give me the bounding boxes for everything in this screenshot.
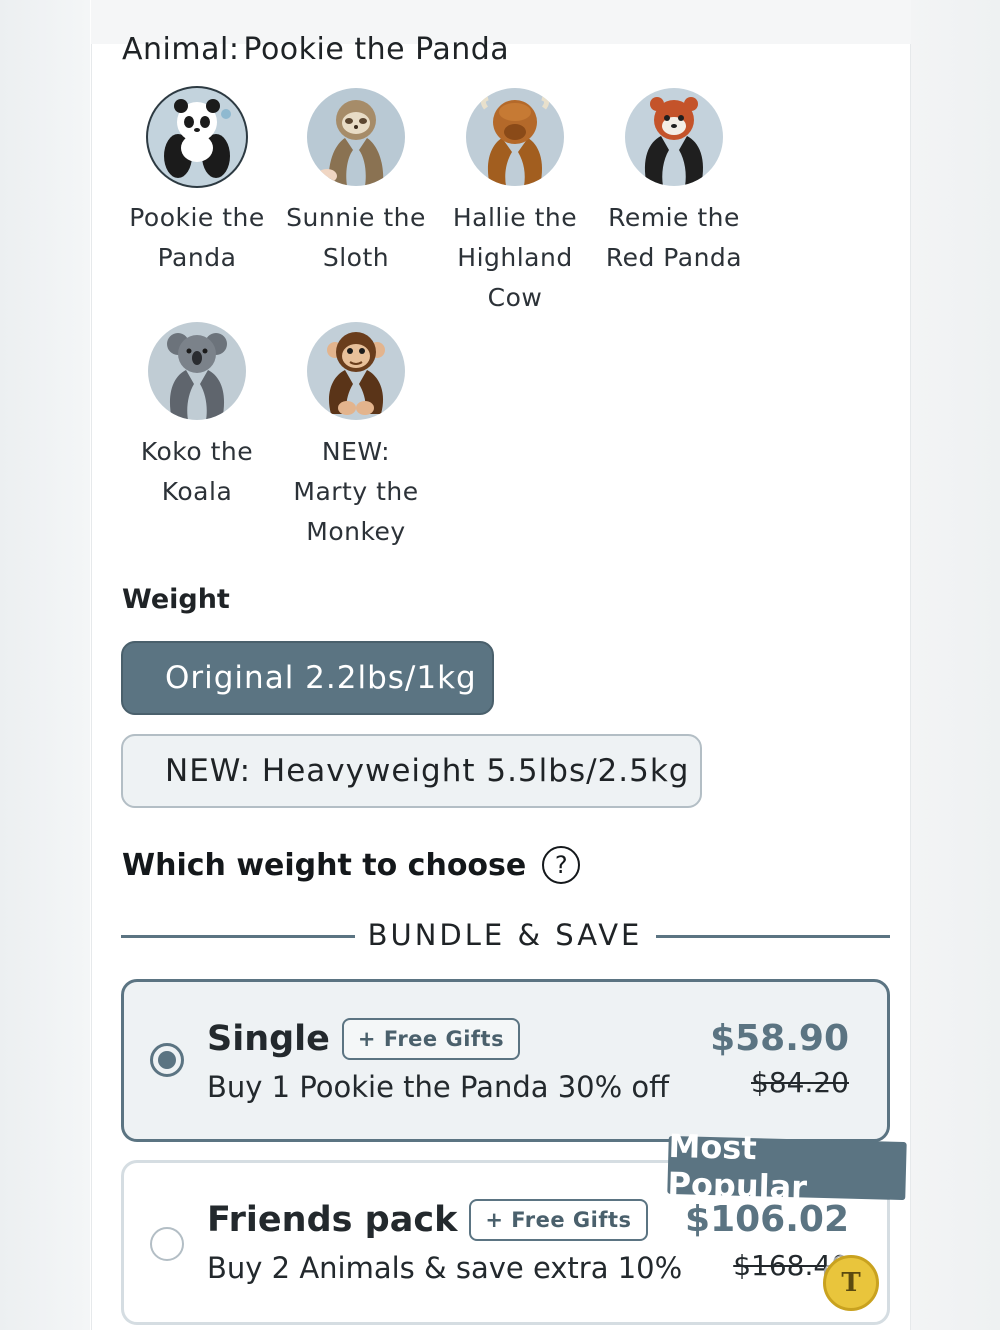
highland-cow-plush-icon: [466, 88, 564, 186]
divider-right: [656, 935, 890, 938]
animal-option-marty-the-monkey[interactable]: NEW: Marty the Monkey: [281, 322, 431, 552]
animal-name-line: Marty the: [293, 477, 419, 506]
animal-name-line: NEW:: [321, 437, 391, 466]
offer-title-row: Single + Free Gifts: [207, 1018, 521, 1060]
offer-subtitle: Buy 1 Pookie the Panda 30% off: [207, 1070, 670, 1104]
animal-option-name: Sunnie the Sloth: [281, 198, 431, 278]
animal-name-line: Highland: [457, 243, 573, 272]
animal-label: Animal:: [122, 32, 240, 67]
translate-icon[interactable]: T: [823, 1255, 879, 1311]
animal-option-name: NEW: Marty the Monkey: [281, 432, 431, 552]
offer-radio-selected[interactable]: [150, 1043, 184, 1077]
animal-option-name: Koko the Koala: [122, 432, 272, 512]
animal-selected-value: Pookie the Panda: [243, 32, 510, 67]
sloth-plush-icon: [307, 88, 405, 186]
weight-option-heavyweight[interactable]: NEW: Heavyweight 5.5lbs/2.5kg: [121, 734, 702, 808]
animal-name-line: Cow: [487, 283, 543, 312]
animal-option-hallie-the-highland-cow[interactable]: Hallie the Highland Cow: [440, 88, 590, 318]
offer-title: Friends pack: [207, 1200, 458, 1240]
animal-name-line: Sloth: [322, 243, 390, 272]
animal-name-line: Pookie the: [129, 203, 265, 232]
animal-name-line: Monkey: [306, 517, 406, 546]
animal-name-line: Hallie the: [452, 203, 578, 232]
animal-name-line: Koko the: [140, 437, 254, 466]
free-gifts-badge: + Free Gifts: [341, 1018, 521, 1060]
animal-option-koko-the-koala[interactable]: Koko the Koala: [122, 322, 272, 512]
animal-option-name: Remie the Red Panda: [599, 198, 749, 278]
free-gifts-badge: + Free Gifts: [469, 1199, 648, 1241]
animal-option-pookie-the-panda[interactable]: Pookie the Panda: [122, 88, 272, 278]
animal-name-line: Sunnie the: [286, 203, 426, 232]
animal-name-line: Koala: [161, 477, 233, 506]
panda-plush-icon: [148, 88, 246, 186]
offer-old-price: $84.20: [751, 1066, 849, 1099]
offer-subtitle: Buy 2 Animals & save extra 10%: [207, 1251, 683, 1285]
animal-name-line: Remie the: [608, 203, 740, 232]
offer-single[interactable]: Single + Free Gifts Buy 1 Pookie the Pan…: [121, 979, 890, 1142]
which-weight-link[interactable]: Which weight to choose ?: [122, 846, 581, 884]
offer-title: Single: [207, 1019, 330, 1059]
question-circle-icon[interactable]: ?: [542, 846, 581, 884]
monkey-plush-icon: [307, 322, 405, 420]
koala-plush-icon: [148, 322, 246, 420]
weight-option-label: NEW: Heavyweight 5.5lbs/2.5kg: [165, 753, 690, 789]
weight-option-original[interactable]: Original 2.2lbs/1kg: [121, 641, 494, 715]
weight-option-label: Original 2.2lbs/1kg: [165, 660, 477, 696]
animal-option-sunnie-the-sloth[interactable]: Sunnie the Sloth: [281, 88, 431, 278]
most-popular-tag: Most Popular: [667, 1127, 907, 1207]
offer-radio-unselected[interactable]: [150, 1227, 184, 1261]
animal-option-name: Hallie the Highland Cow: [440, 198, 590, 318]
offer-title-row: Friends pack + Free Gifts: [207, 1199, 648, 1241]
animal-heading: Animal: Pookie the Panda: [122, 32, 509, 67]
animal-option-name: Pookie the Panda: [122, 198, 272, 278]
weight-label: Weight: [122, 584, 230, 615]
offer-price: $58.90: [710, 1018, 849, 1059]
red-panda-plush-icon: [625, 88, 723, 186]
animal-name-line: Red Panda: [605, 243, 743, 272]
which-weight-text: Which weight to choose: [122, 847, 527, 883]
animal-name-line: Panda: [157, 243, 237, 272]
animal-option-remie-the-red-panda[interactable]: Remie the Red Panda: [599, 88, 749, 278]
